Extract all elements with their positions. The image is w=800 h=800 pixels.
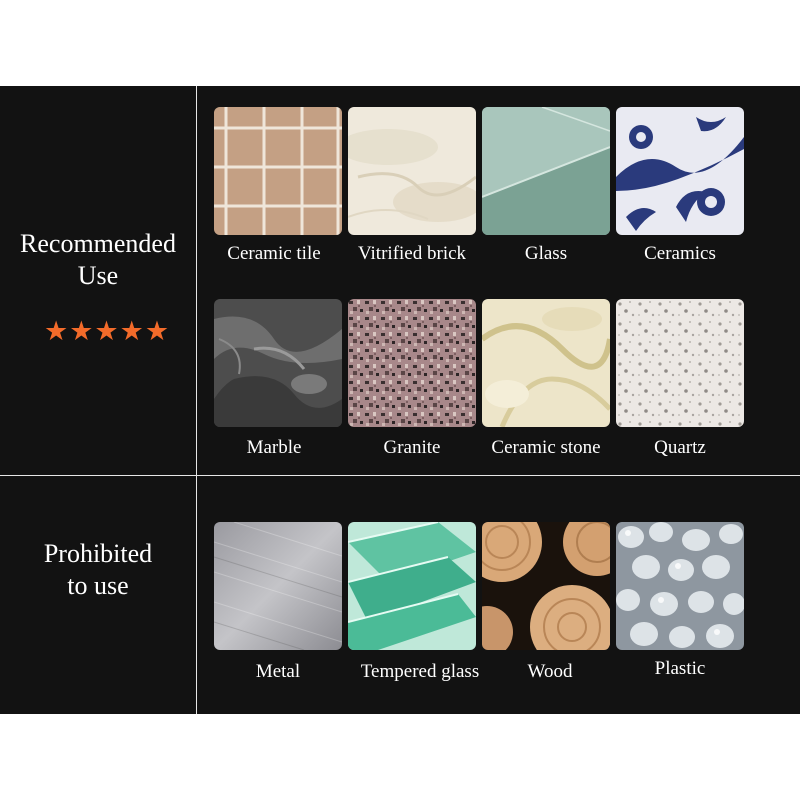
prohibited-label-line1: Prohibited (43, 539, 153, 568)
wood-label: Wood (527, 661, 573, 682)
prohibited-label-line2: to use (67, 571, 129, 600)
materials-panel: Recommended Use ★★★★★ Prohibited to use … (0, 86, 800, 714)
granite-label: Granite (383, 437, 441, 458)
ceramic-tile-label: Ceramic tile (227, 243, 321, 264)
ceramic-tile-swatch (214, 107, 342, 235)
plastic-swatch (616, 522, 744, 650)
recommended-use-label: Recommended Use (0, 228, 196, 292)
ceramic-stone-swatch (482, 299, 610, 427)
glass-swatch (482, 107, 610, 235)
quartz-swatch (616, 299, 744, 427)
horizontal-divider (0, 475, 800, 476)
vitrified-brick-swatch (348, 107, 476, 235)
tempered-glass-swatch (348, 522, 476, 650)
quartz-label: Quartz (654, 437, 706, 458)
recommended-label-line2: Use (77, 261, 119, 290)
vertical-divider (196, 86, 197, 714)
five-star-rating-icon: ★★★★★ (44, 316, 171, 346)
marble-label: Marble (246, 437, 302, 458)
recommended-label-line1: Recommended (20, 229, 176, 258)
granite-swatch (348, 299, 476, 427)
metal-label: Metal (255, 661, 301, 682)
marble-swatch (214, 299, 342, 427)
glass-label: Glass (524, 243, 568, 264)
ceramics-swatch (616, 107, 744, 235)
tempered-glass-label: Tempered glass (360, 661, 480, 682)
vitrified-brick-label: Vitrified brick (357, 243, 467, 264)
ceramic-stone-label: Ceramic stone (491, 437, 601, 458)
prohibited-to-use-label: Prohibited to use (0, 538, 196, 602)
wood-swatch (482, 522, 610, 650)
metal-swatch (214, 522, 342, 650)
ceramics-label: Ceramics (644, 243, 716, 264)
plastic-label: Plastic (654, 658, 706, 679)
